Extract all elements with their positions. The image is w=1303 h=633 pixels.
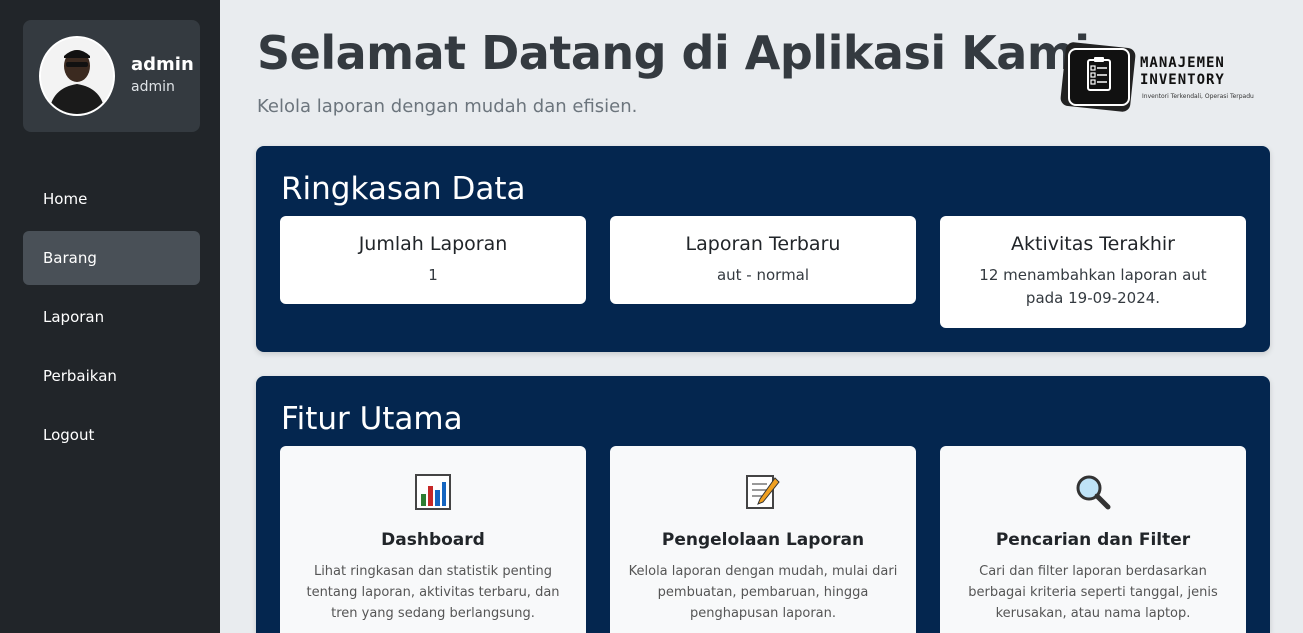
summary-card-value: 12 menambahkan laporan aut pada 19-09-20… (979, 266, 1207, 307)
sidebar: admin admin Home Barang Laporan Perbaika… (0, 0, 220, 633)
feature-card-pencarian-filter[interactable]: Pencarian dan Filter Cari dan filter lap… (940, 446, 1246, 633)
logo-text-line2: INVENTORY (1140, 72, 1225, 88)
bar-chart-icon (415, 474, 451, 510)
feature-card-pengelolaan-laporan[interactable]: Pengelolaan Laporan Kelola laporan denga… (610, 446, 916, 633)
page-subtitle: Kelola laporan dengan mudah dan efisien. (257, 96, 638, 117)
logo-tagline: Inventori Terkendali, Operasi Terpadu (1142, 93, 1254, 100)
features-panel: Fitur Utama Dashboard Lihat ringkasan da… (256, 376, 1270, 633)
clipboard-icon (1068, 48, 1130, 106)
nav-item-laporan[interactable]: Laporan (23, 290, 200, 344)
feature-title: Dashboard (381, 530, 485, 550)
summary-card-value: 1 (428, 266, 438, 284)
logo-text-line1: MANAJEMEN (1140, 55, 1225, 71)
summary-panel: Ringkasan Data Jumlah Laporan 1 Laporan … (256, 146, 1270, 352)
memo-icon (746, 475, 780, 509)
feature-description: Cari dan filter laporan berdasarkan berb… (968, 564, 1218, 621)
feature-title: Pencarian dan Filter (995, 530, 1191, 550)
avatar[interactable] (39, 36, 115, 116)
app-logo: MANAJEMEN INVENTORY Inventori Terkendali… (1059, 40, 1260, 113)
summary-card-aktivitas-terakhir: Aktivitas Terakhir 12 menambahkan lapora… (940, 216, 1246, 328)
summary-card-laporan-terbaru: Laporan Terbaru aut - normal (610, 216, 916, 304)
summary-card-value: aut - normal (716, 266, 810, 284)
profile-role: admin (131, 79, 175, 95)
profile-name: admin (131, 54, 194, 75)
magnifier-icon (1076, 475, 1111, 510)
summary-card-title: Laporan Terbaru (685, 233, 841, 255)
summary-heading: Ringkasan Data (281, 171, 526, 207)
feature-description: Kelola laporan dengan mudah, mulai dari … (628, 564, 898, 621)
nav-item-perbaikan[interactable]: Perbaikan (23, 349, 200, 403)
profile-card: admin admin (23, 20, 200, 132)
page-title: Selamat Datang di Aplikasi Kami (257, 26, 1090, 80)
feature-card-dashboard[interactable]: Dashboard Lihat ringkasan dan statistik … (280, 446, 586, 633)
avatar-image (41, 38, 113, 114)
nav-item-home[interactable]: Home (23, 172, 200, 226)
nav-item-barang[interactable]: Barang (23, 231, 200, 285)
features-heading: Fitur Utama (281, 401, 463, 437)
summary-card-jumlah-laporan: Jumlah Laporan 1 (280, 216, 586, 304)
nav-item-logout[interactable]: Logout (23, 408, 200, 462)
feature-title: Pengelolaan Laporan (661, 530, 865, 550)
feature-description: Lihat ringkasan dan statistik penting te… (306, 564, 560, 621)
summary-card-title: Jumlah Laporan (358, 233, 508, 255)
summary-card-title: Aktivitas Terakhir (1011, 233, 1175, 255)
